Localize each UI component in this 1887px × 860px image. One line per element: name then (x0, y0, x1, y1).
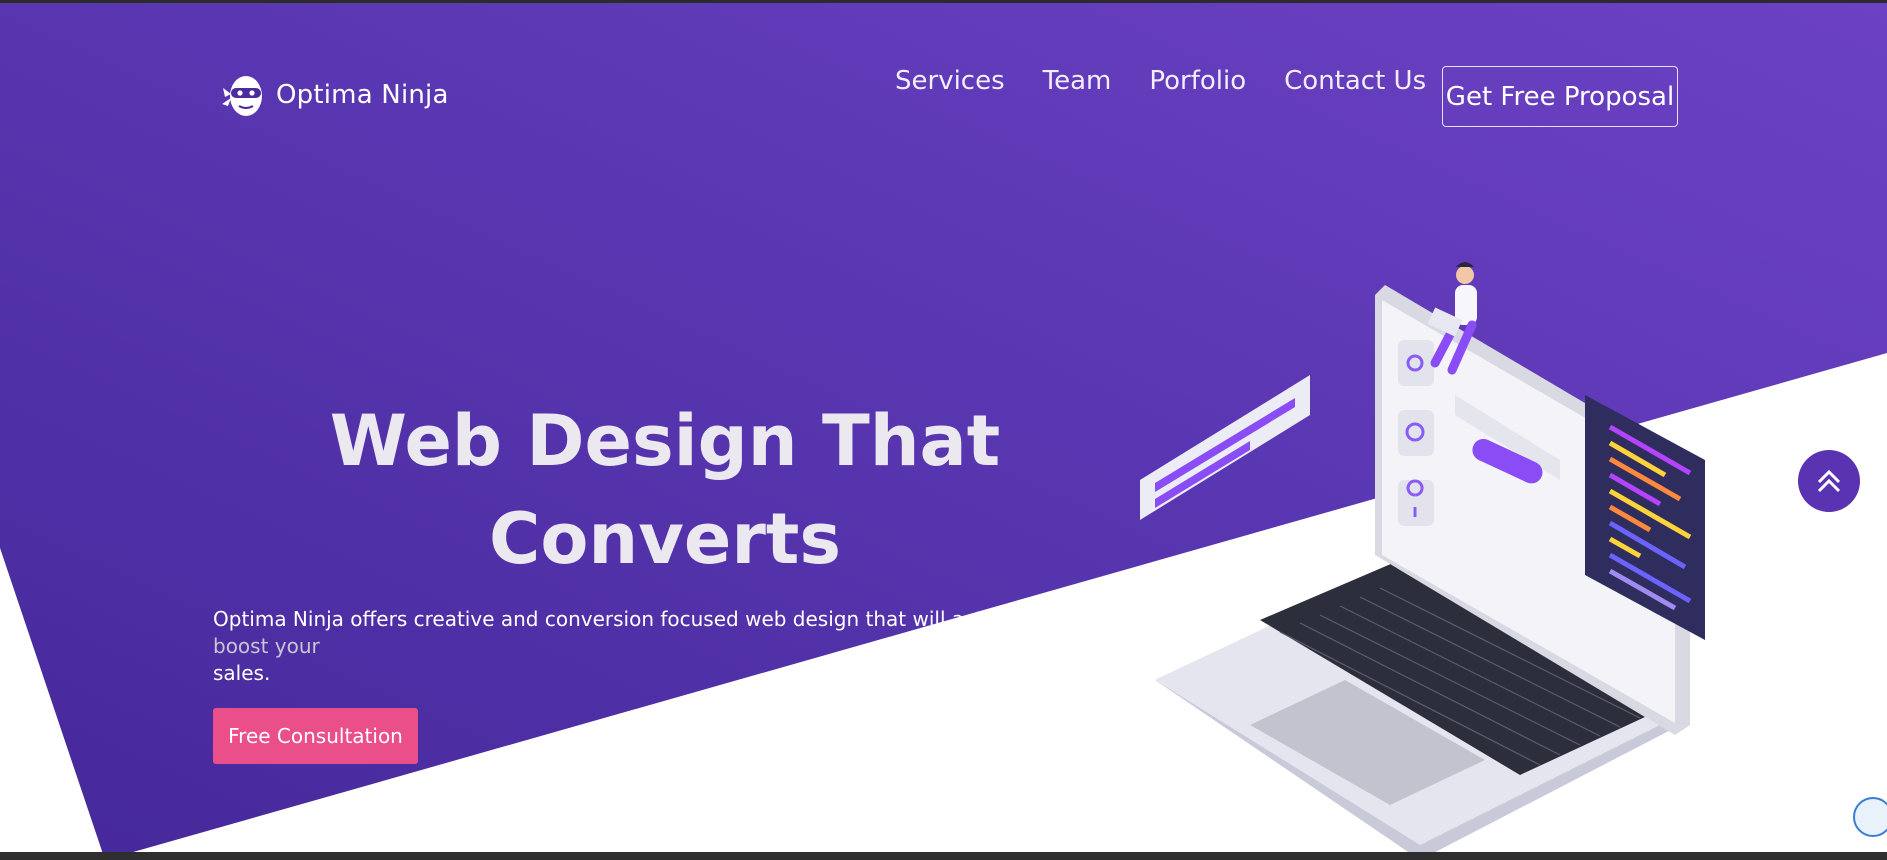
laptop-web-design-illustration (1140, 262, 1705, 860)
get-free-proposal-button[interactable]: Get Free Proposal (1442, 66, 1678, 127)
browser-top-border (0, 0, 1887, 3)
main-nav: Services Team Porfolio Contact Us (895, 66, 1464, 96)
brand[interactable]: Optima Ninja (222, 70, 449, 120)
nav-link-services[interactable]: Services (895, 66, 1005, 96)
scroll-to-top-button[interactable] (1798, 450, 1860, 512)
hero-description-line-2: sales. (213, 661, 271, 685)
nav-link-portfolio[interactable]: Porfolio (1149, 66, 1246, 96)
browser-bottom-bar (0, 852, 1887, 860)
nav-link-contact[interactable]: Contact Us (1284, 66, 1426, 96)
brand-name: Optima Ninja (276, 80, 449, 110)
hero-description-main: Optima Ninja offers creative and convers… (213, 607, 1031, 631)
hero-title: Web Design That Converts (265, 392, 1065, 588)
hero-description: Optima Ninja offers creative and convers… (213, 606, 1083, 687)
ninja-head-icon (222, 76, 262, 116)
hero-title-line-2: Converts (488, 498, 842, 580)
free-consultation-button[interactable]: Free Consultation (213, 708, 418, 764)
chat-widget-icon[interactable] (1853, 797, 1887, 837)
nav-link-team[interactable]: Team (1043, 66, 1112, 96)
page: Optima Ninja Services Team Porfolio Cont… (0, 0, 1887, 860)
hero-title-line-1: Web Design That (329, 400, 1001, 482)
hero-description-faded: boost your (213, 634, 320, 658)
double-chevron-up-icon (1817, 469, 1841, 493)
